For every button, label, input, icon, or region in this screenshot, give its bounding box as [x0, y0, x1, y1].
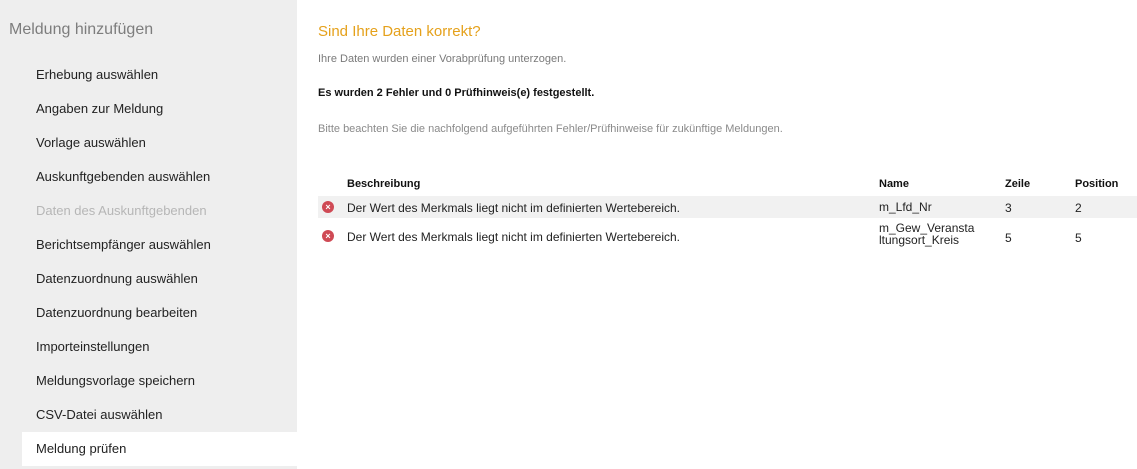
error-table: Beschreibung Name Zeile Position × Der W… — [318, 174, 1137, 252]
table-row: × Der Wert des Merkmals liegt nicht im d… — [318, 196, 1137, 218]
wizard-steps: Erhebung auswählen Angaben zur Meldung V… — [0, 58, 297, 466]
row-position: 2 — [1075, 201, 1082, 215]
page-title: Sind Ihre Daten korrekt? — [318, 23, 481, 40]
step-berichtsempfaenger-auswaehlen[interactable]: Berichtsempfänger auswählen — [0, 228, 297, 262]
error-summary: Es wurden 2 Fehler und 0 Prüfhinweis(e) … — [318, 87, 595, 99]
header-description: Beschreibung — [347, 178, 421, 190]
error-icon: × — [322, 201, 334, 213]
step-vorlage-auswaehlen[interactable]: Vorlage auswählen — [0, 126, 297, 160]
step-datenzuordnung-bearbeiten[interactable]: Datenzuordnung bearbeiten — [0, 296, 297, 330]
step-importeinstellungen[interactable]: Importeinstellungen — [0, 330, 297, 364]
row-zeile: 3 — [1005, 201, 1012, 215]
step-erhebung-auswaehlen[interactable]: Erhebung auswählen — [0, 58, 297, 92]
row-description: Der Wert des Merkmals liegt nicht im def… — [347, 230, 681, 244]
step-angaben-zur-meldung[interactable]: Angaben zur Meldung — [0, 92, 297, 126]
main-content: Sind Ihre Daten korrekt? Ihre Daten wurd… — [318, 0, 1137, 469]
step-auskunftgebenden-auswaehlen[interactable]: Auskunftgebenden auswählen — [0, 160, 297, 194]
hint-text: Bitte beachten Sie die nachfolgend aufge… — [318, 123, 783, 135]
table-row: × Der Wert des Merkmals liegt nicht im d… — [318, 218, 1137, 252]
error-icon: × — [322, 230, 334, 242]
row-position: 5 — [1075, 231, 1082, 245]
row-description: Der Wert des Merkmals liegt nicht im def… — [347, 201, 681, 215]
step-daten-des-auskunftgebenden: Daten des Auskunftgebenden — [36, 203, 207, 218]
step-meldung-pruefen[interactable]: Meldung prüfen — [22, 432, 297, 466]
row-name: m_Gew_Veransta ltungsort_Kreis — [879, 222, 979, 246]
table-header: Beschreibung Name Zeile Position — [318, 174, 1137, 196]
header-zeile: Zeile — [1005, 178, 1031, 190]
row-name-line2: ltungsort_Kreis — [879, 233, 960, 247]
sidebar: Meldung hinzufügen Erhebung auswählen An… — [0, 0, 297, 469]
header-position: Position — [1075, 178, 1119, 190]
row-name: m_Lfd_Nr — [879, 200, 932, 214]
header-name: Name — [879, 178, 909, 190]
page-subtitle: Ihre Daten wurden einer Vorabprüfung unt… — [318, 53, 567, 65]
sidebar-title: Meldung hinzufügen — [9, 21, 154, 38]
row-zeile: 5 — [1005, 231, 1012, 245]
step-csv-datei-auswaehlen[interactable]: CSV-Datei auswählen — [0, 398, 297, 432]
step-datenzuordnung-auswaehlen[interactable]: Datenzuordnung auswählen — [0, 262, 297, 296]
step-meldungsvorlage-speichern[interactable]: Meldungsvorlage speichern — [0, 364, 297, 398]
